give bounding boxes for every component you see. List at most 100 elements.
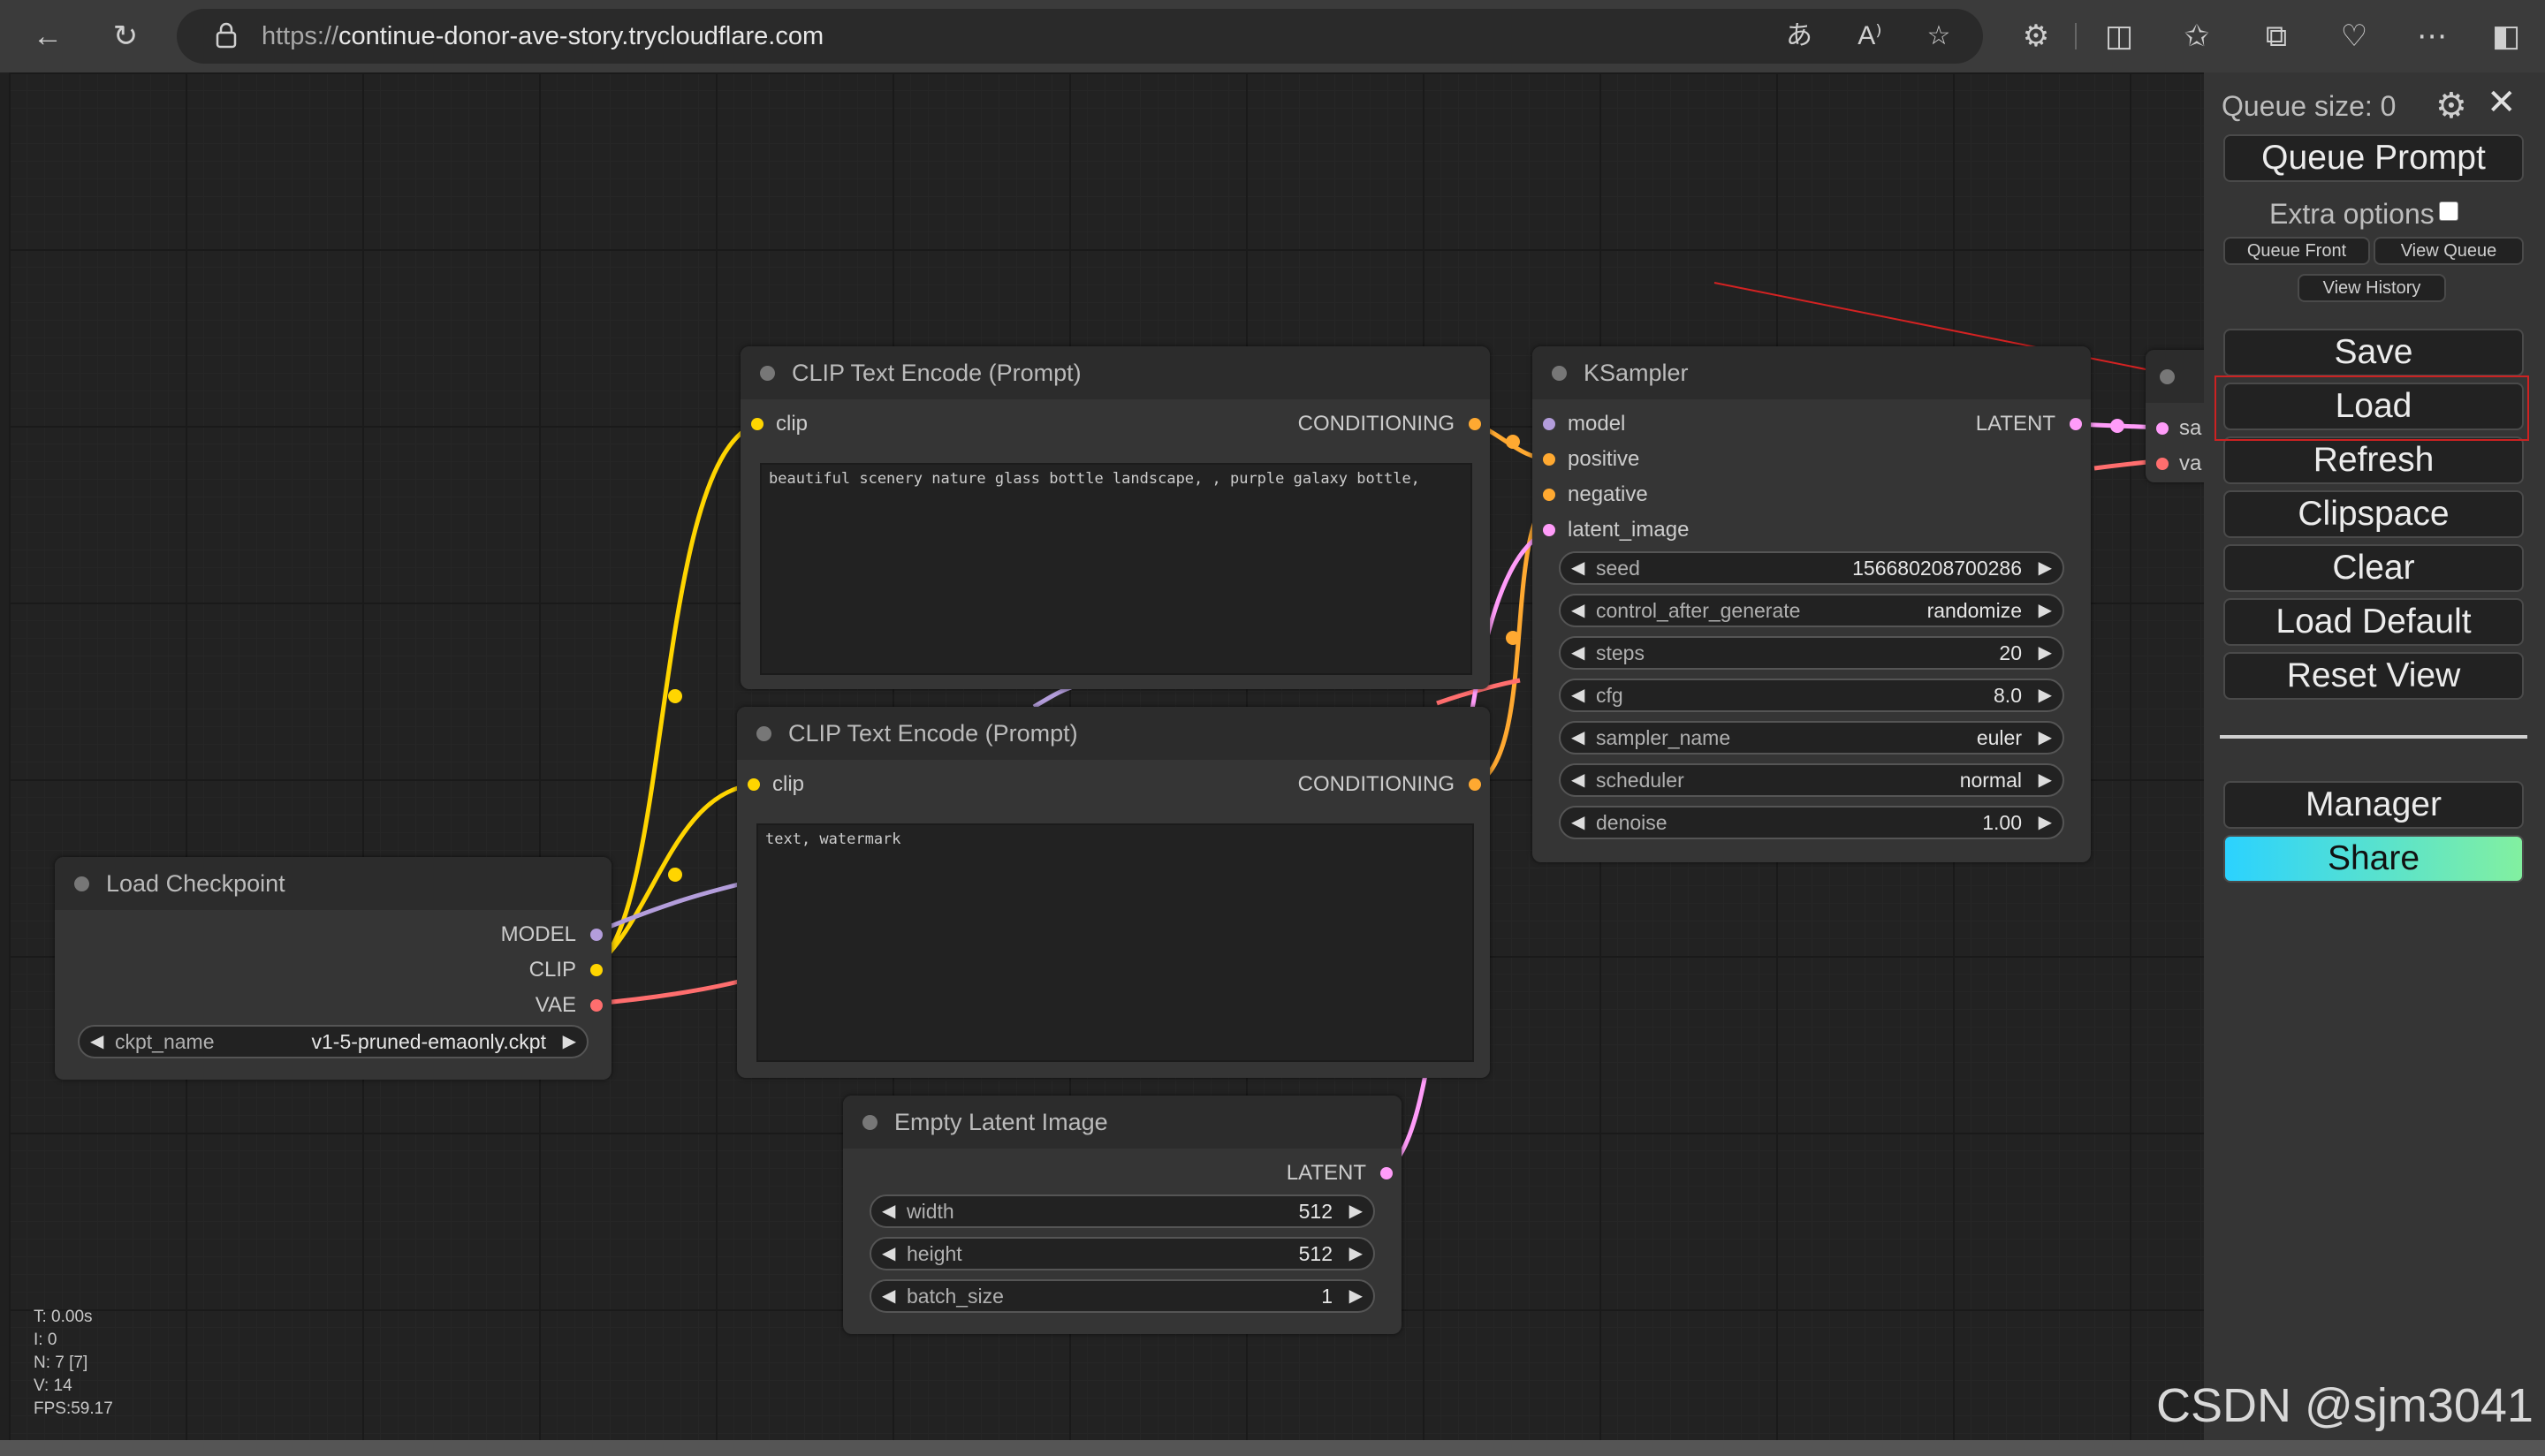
increment-arrow-icon[interactable]: ▶ [2039,765,2052,795]
refresh-button[interactable]: Refresh [2223,436,2524,484]
input-slot-dot-icon[interactable] [1543,418,1555,430]
input-slot-dot-icon[interactable] [2156,422,2169,435]
node-title[interactable]: CLIP Text Encode (Prompt) [737,707,1490,760]
input-slot-dot-icon[interactable] [1543,489,1555,501]
output-slot-dot-icon[interactable] [2070,418,2082,430]
favorite-star-icon[interactable]: ☆ [1918,15,1960,57]
clip-text-encode-negative-node[interactable]: CLIP Text Encode (Prompt) clip CONDITION… [737,707,1490,1078]
more-icon[interactable]: ⋯ [2411,15,2453,57]
decrement-arrow-icon[interactable]: ◀ [1571,553,1584,583]
increment-arrow-icon[interactable]: ▶ [1349,1281,1363,1311]
increment-arrow-icon[interactable]: ▶ [2039,680,2052,710]
cfg-widget[interactable]: ◀ cfg 8.0 ▶ [1559,679,2064,712]
increment-arrow-icon[interactable]: ▶ [2039,723,2052,753]
split-screen-icon[interactable]: ◫ [2098,15,2140,57]
height-widget[interactable]: ◀ height 512 ▶ [870,1237,1375,1270]
decrement-arrow-icon[interactable]: ◀ [882,1239,895,1269]
increment-arrow-icon[interactable]: ▶ [2039,595,2052,626]
collections-icon[interactable]: ⧉ [2255,15,2298,57]
output-slot-dot-icon[interactable] [590,964,603,976]
empty-latent-image-node[interactable]: Empty Latent Image LATENT ◀ width 512 ▶ ◀ he… [843,1096,1402,1334]
prompt-textarea[interactable]: beautiful scenery nature glass bottle la… [760,463,1472,675]
collapse-dot-icon[interactable] [74,876,89,891]
decrement-arrow-icon[interactable]: ◀ [90,1027,103,1057]
read-aloud-icon[interactable]: A⁾ [1849,15,1891,57]
ksampler-node[interactable]: KSampler model positive negative latent_… [1532,346,2091,862]
control-after-generate-widget[interactable]: ◀ control_after_generate randomize ▶ [1559,594,2064,627]
queue-front-button[interactable]: Queue Front [2223,237,2370,265]
extra-options-checkbox[interactable] [2439,201,2458,221]
extensions-icon[interactable]: ⚙ [2015,15,2057,57]
node-title[interactable]: Empty Latent Image [843,1096,1402,1149]
decrement-arrow-icon[interactable]: ◀ [882,1281,895,1311]
increment-arrow-icon[interactable]: ▶ [2039,553,2052,583]
close-icon[interactable]: ✕ [2487,83,2517,122]
output-clip-label: CLIP [528,958,576,982]
canvas-stats: T: 0.00s I: 0 N: 7 [7] V: 14 FPS:59.17 [34,1308,113,1418]
collapse-dot-icon[interactable] [760,366,775,381]
clear-button[interactable]: Clear [2223,544,2524,592]
width-widget[interactable]: ◀ width 512 ▶ [870,1194,1375,1228]
clipspace-button[interactable]: Clipspace [2223,490,2524,538]
node-title[interactable]: Load Checkpoint [55,857,612,910]
view-queue-button[interactable]: View Queue [2374,237,2524,265]
queue-prompt-button[interactable]: Queue Prompt [2223,134,2524,182]
output-slot-dot-icon[interactable] [1469,778,1481,791]
output-slot-dot-icon[interactable] [1469,418,1481,430]
decrement-arrow-icon[interactable]: ◀ [1571,680,1584,710]
decrement-arrow-icon[interactable]: ◀ [1571,723,1584,753]
output-slot-dot-icon[interactable] [590,929,603,941]
scheduler-widget[interactable]: ◀ scheduler normal ▶ [1559,763,2064,797]
steps-widget[interactable]: ◀ steps 20 ▶ [1559,636,2064,670]
reset-view-button[interactable]: Reset View [2223,652,2524,700]
decrement-arrow-icon[interactable]: ◀ [1571,638,1584,668]
increment-arrow-icon[interactable]: ▶ [2039,638,2052,668]
menu-divider [2220,735,2527,739]
seed-widget[interactable]: ◀ seed 156680208700286 ▶ [1559,551,2064,585]
input-slot-dot-icon[interactable] [1543,453,1555,466]
batch-size-widget[interactable]: ◀ batch_size 1 ▶ [870,1279,1375,1313]
increment-arrow-icon[interactable]: ▶ [1349,1196,1363,1226]
decrement-arrow-icon[interactable]: ◀ [1571,765,1584,795]
collapse-dot-icon[interactable] [1552,366,1567,381]
translate-icon[interactable]: あ [1778,15,1820,57]
lock-icon[interactable] [210,19,242,51]
share-button[interactable]: Share [2223,835,2524,883]
prompt-textarea[interactable]: text, watermark [756,823,1474,1062]
gear-icon[interactable]: ⚙ [2435,87,2474,125]
input-slot-dot-icon[interactable] [1543,524,1555,536]
view-history-button[interactable]: View History [2298,274,2446,302]
node-title[interactable]: KSampler [1532,346,2091,399]
load-checkpoint-node[interactable]: Load Checkpoint MODEL CLIP VAE ◀ ckpt_nam… [55,857,612,1080]
increment-arrow-icon[interactable]: ▶ [563,1027,576,1057]
collapse-dot-icon[interactable] [862,1115,877,1130]
increment-arrow-icon[interactable]: ▶ [2039,808,2052,838]
back-icon[interactable]: ← [27,15,69,57]
collapse-dot-icon[interactable] [2160,369,2175,384]
comfy-menu: Queue size: 0 ⚙ ✕ Queue Prompt Extra opt… [2204,72,2545,1440]
sampler-name-widget[interactable]: ◀ sampler_name euler ▶ [1559,721,2064,755]
clip-text-encode-positive-node[interactable]: CLIP Text Encode (Prompt) clip CONDITION… [741,346,1490,689]
refresh-icon[interactable]: ↻ [104,15,147,57]
sidebar-icon[interactable]: ◧ [2485,15,2527,57]
node-title[interactable]: CLIP Text Encode (Prompt) [741,346,1490,399]
collapse-dot-icon[interactable] [756,726,771,741]
input-slot-dot-icon[interactable] [2156,458,2169,470]
increment-arrow-icon[interactable]: ▶ [1349,1239,1363,1269]
decrement-arrow-icon[interactable]: ◀ [882,1196,895,1226]
output-slot-dot-icon[interactable] [1380,1167,1393,1179]
load-default-button[interactable]: Load Default [2223,598,2524,646]
output-slot-dot-icon[interactable] [590,999,603,1012]
manager-button[interactable]: Manager [2223,781,2524,829]
input-slot-dot-icon[interactable] [751,418,764,430]
performance-icon[interactable]: ♡ [2333,15,2375,57]
favorites-icon[interactable]: ✩ [2176,15,2218,57]
denoise-widget[interactable]: ◀ denoise 1.00 ▶ [1559,806,2064,839]
input-clip-label: clip [772,772,805,796]
save-button[interactable]: Save [2223,329,2524,376]
decrement-arrow-icon[interactable]: ◀ [1571,808,1584,838]
ckpt-name-widget[interactable]: ◀ ckpt_name v1-5-pruned-emaonly.ckpt ▶ [78,1025,589,1058]
address-bar[interactable]: https://continue-donor-ave-story.tryclou… [177,9,1983,64]
decrement-arrow-icon[interactable]: ◀ [1571,595,1584,626]
input-slot-dot-icon[interactable] [748,778,760,791]
